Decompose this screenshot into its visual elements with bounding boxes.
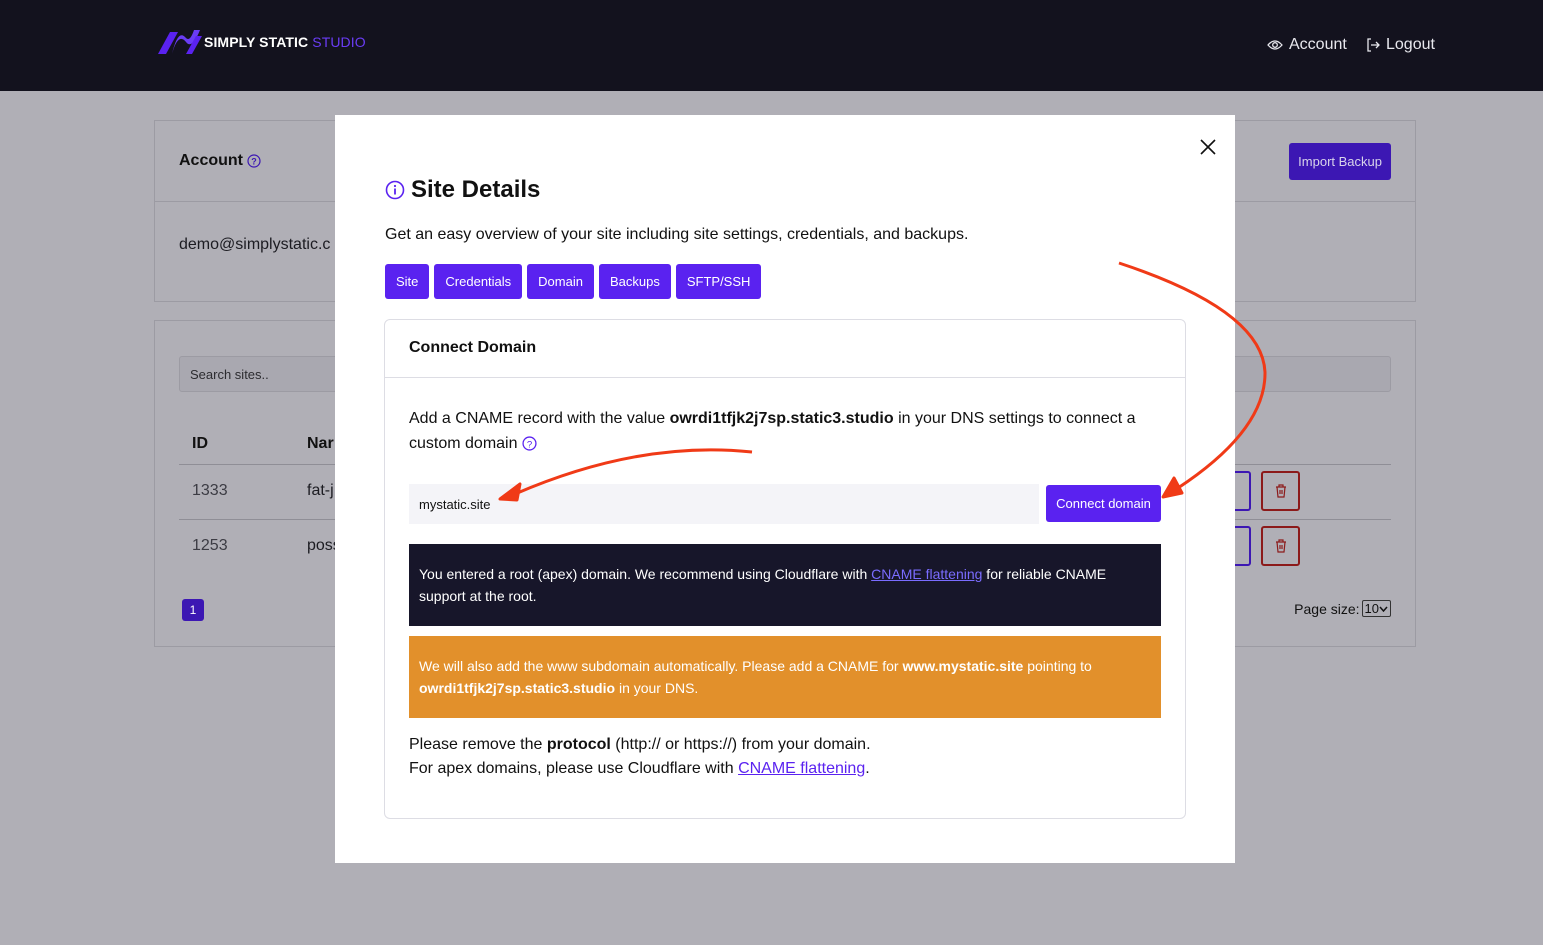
instruction-text: Add a CNAME record with the value: [409, 410, 670, 427]
help-icon[interactable]: ?: [522, 436, 537, 451]
brand-accent: STUDIO: [312, 34, 366, 50]
protocol-hint: Please remove the protocol (http:// or h…: [409, 733, 871, 781]
info-icon: [385, 180, 405, 200]
chevron-down-icon: [1379, 606, 1388, 612]
nav-logout-label: Logout: [1386, 36, 1435, 53]
tab-site[interactable]: Site: [385, 264, 430, 299]
page-size-control: Page size: 10: [1294, 600, 1391, 617]
account-title: Account ?: [179, 152, 261, 170]
hint-text: Please remove the: [409, 736, 547, 753]
help-icon[interactable]: ?: [247, 154, 261, 168]
page-size-select[interactable]: 10: [1361, 600, 1391, 617]
panel-title: Connect Domain: [385, 320, 1185, 378]
column-header-id: ID: [192, 435, 208, 452]
delete-site-button[interactable]: [1261, 526, 1300, 566]
top-nav: SIMPLY STATIC STUDIO Account Logout: [0, 0, 1543, 91]
nav-account-link[interactable]: Account: [1267, 36, 1347, 54]
column-header-name: Nar: [307, 435, 334, 452]
modal-tabs: Site Credentials Domain Backups SFTP/SSH: [385, 264, 766, 299]
table-cell-id: 1333: [192, 482, 228, 499]
nav-logout-link[interactable]: Logout: [1366, 36, 1435, 54]
page-size-label: Page size:: [1294, 600, 1360, 617]
trash-icon: [1275, 539, 1286, 553]
www-domain: www.mystatic.site: [902, 658, 1024, 674]
close-icon[interactable]: [1199, 138, 1217, 156]
cname-flattening-link[interactable]: CNAME flattening: [871, 566, 982, 582]
tab-credentials[interactable]: Credentials: [434, 264, 523, 299]
connect-domain-button[interactable]: Connect domain: [1046, 485, 1161, 522]
import-backup-button[interactable]: Import Backup: [1289, 143, 1391, 180]
modal-title-label: Site Details: [411, 176, 541, 203]
account-email: demo@simplystatic.c: [179, 236, 331, 253]
notice-text: in your DNS.: [615, 680, 699, 696]
domain-input[interactable]: mystatic.site: [409, 484, 1039, 524]
apex-domain-notice: You entered a root (apex) domain. We rec…: [409, 544, 1161, 626]
tab-sftp-ssh[interactable]: SFTP/SSH: [675, 264, 762, 299]
table-cell-name[interactable]: fat-j: [307, 482, 334, 500]
www-subdomain-notice: We will also add the www subdomain autom…: [409, 636, 1161, 718]
cname-target: owrdi1tfjk2j7sp.static3.studio: [419, 680, 616, 696]
brand-name: SIMPLY STATIC: [204, 34, 309, 50]
hint-protocol: protocol: [546, 736, 611, 753]
table-cell-id: 1253: [192, 537, 228, 554]
hint-text: (http:// or https://) from your domain.: [610, 736, 871, 753]
cname-value: owrdi1tfjk2j7sp.static3.studio: [669, 410, 894, 427]
cname-instructions: Add a CNAME record with the value owrdi1…: [409, 406, 1169, 456]
tab-domain[interactable]: Domain: [527, 264, 594, 299]
tab-backups[interactable]: Backups: [598, 264, 671, 299]
pagination-page[interactable]: 1: [182, 599, 204, 621]
logout-icon: [1367, 38, 1380, 52]
modal-title: Site Details: [385, 176, 540, 204]
trash-icon: [1275, 484, 1286, 498]
hint-text: For apex domains, please use Cloudflare …: [409, 760, 739, 777]
brand-logo[interactable]: SIMPLY STATIC STUDIO: [156, 28, 366, 56]
notice-text: pointing to: [1023, 658, 1092, 674]
svg-text:?: ?: [251, 157, 257, 167]
nav-account-label: Account: [1289, 36, 1347, 53]
hint-text: .: [865, 760, 870, 777]
site-details-modal: Site Details Get an easy overview of you…: [335, 115, 1235, 863]
logo-icon: [158, 30, 202, 54]
account-title-label: Account: [179, 152, 243, 169]
svg-text:?: ?: [527, 440, 532, 451]
notice-text: You entered a root (apex) domain. We rec…: [419, 566, 872, 582]
page-size-value: 10: [1364, 601, 1379, 616]
cname-flattening-link[interactable]: CNAME flattening: [738, 760, 865, 777]
eye-icon: [1267, 40, 1283, 50]
modal-description: Get an easy overview of your site includ…: [385, 226, 969, 243]
delete-site-button[interactable]: [1261, 471, 1300, 511]
connect-domain-panel: Connect Domain Add a CNAME record with t…: [384, 319, 1186, 819]
notice-text: We will also add the www subdomain autom…: [419, 658, 903, 674]
